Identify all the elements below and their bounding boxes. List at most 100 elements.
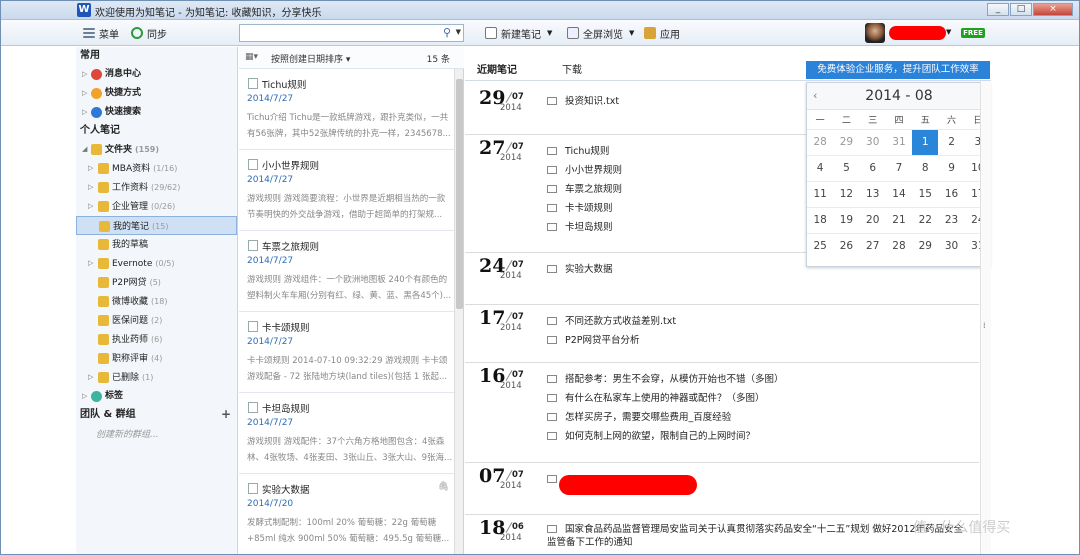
note-card[interactable]: 实验大数据 2014/7/20 发酵式制配制：100ml 20% 葡萄糖：22g 葡… [239,474,455,554]
sync-button[interactable]: 同步 [131,25,167,41]
scroll-thumb[interactable] [456,79,463,309]
note-card[interactable]: Tichu规则 2014/7/27 Tichu介绍 Tichu是一款纸牌游戏，跟扑克… [239,69,455,150]
avatar[interactable] [865,23,885,43]
calendar-day[interactable]: 13 [860,182,886,207]
add-group-icon[interactable]: + [221,405,231,423]
calendar-day[interactable]: 21 [886,208,912,233]
calendar-day[interactable]: 28 [807,130,833,155]
sidebar-folder-item[interactable]: P2P网贷 (5) [76,273,237,292]
calendar-day[interactable]: 28 [886,234,912,259]
calendar-day[interactable]: 4 [807,156,833,181]
calendar-day[interactable]: 9 [938,156,964,181]
sidebar-folder-item[interactable]: ▷ 已删除 (1) [76,368,237,387]
expand-arrow-icon[interactable]: ▷ [82,103,87,122]
calendar-day[interactable]: 31 [886,130,912,155]
expand-arrow-icon[interactable]: ▷ [82,84,87,103]
recent-note-item[interactable]: 如何克制上网的欲望，限制自己的上网时间？ [547,428,755,446]
calendar-day[interactable]: 20 [860,208,886,233]
calendar-day[interactable]: 11 [807,182,833,207]
calendar-day[interactable]: 30 [860,130,886,155]
maximize-button[interactable]: □ [1010,3,1032,16]
search-input[interactable]: ⚲ ▼ [239,24,464,42]
calendar-day[interactable]: 29 [912,234,938,259]
calendar-day[interactable]: 25 [807,234,833,259]
calendar-day[interactable]: 12 [833,182,859,207]
sidebar-folder-item[interactable]: ▷ 工作资料 (29/62) [76,178,237,197]
recent-note-item[interactable]: 卡卡颂规则 [547,200,613,218]
note-card[interactable]: 车票之旅规则 2014/7/27 游戏规则 游戏组件：一个欧洲地图板 240个有颜色… [239,231,455,312]
calendar-day[interactable]: 8 [912,156,938,181]
fullscreen-dropdown-icon[interactable]: ▼ [629,29,634,37]
note-card[interactable]: 小小世界规则 2014/7/27 游戏规则 游戏简要流程：小世界是近期相当热的一款节… [239,150,455,231]
calendar-day[interactable]: 2 [938,130,964,155]
recent-note-item[interactable]: 车票之旅规则 [547,181,622,199]
expand-arrow-icon[interactable]: ▷ [88,197,93,216]
note-card[interactable]: 卡卡颂规则 2014/7/27 卡卡颂规则 2014-07-10 09:32:29 … [239,312,455,393]
expand-arrow-icon[interactable]: ▷ [88,254,93,273]
close-button[interactable]: × [1033,3,1073,16]
tab-recent-notes[interactable]: 近期笔记 [477,61,517,76]
new-note-dropdown-icon[interactable]: ▼ [547,29,552,37]
nav-tags[interactable]: ▷ 标签 [76,387,237,406]
calendar-day[interactable]: 29 [833,130,859,155]
calendar-day[interactable]: 7 [886,156,912,181]
recent-note-item[interactable]: 小小世界规则 [547,162,622,180]
view-mode-icon[interactable]: ▦▾ [245,52,258,62]
calendar-day[interactable]: 23 [938,208,964,233]
enterprise-banner[interactable]: 免费体验企业服务，提升团队工作效率 [806,61,990,79]
calendar-day[interactable]: 30 [938,234,964,259]
sidebar-folder-item[interactable]: ▷ MBA资料 (1/16) [76,159,237,178]
recent-note-item[interactable]: 怎样买房子，需要交哪些费用_百度经验 [547,409,731,427]
fullscreen-button[interactable]: 全屏浏览 ▼ [567,25,634,41]
sidebar-folder-item[interactable]: ▷ Evernote (0/5) [76,254,237,273]
recent-scrollbar[interactable]: ⁞ [980,81,991,554]
expand-arrow-icon[interactable]: ▷ [88,178,93,197]
sort-dropdown[interactable]: 按照创建日期排序 ▾ [271,52,350,65]
minimize-button[interactable]: _ [987,3,1009,16]
nav-message-center[interactable]: ▷ 消息中心 [76,65,237,84]
recent-note-item[interactable]: 有什么在私家车上使用的神器或配件？（多图） [547,390,765,408]
calendar-day[interactable]: 19 [833,208,859,233]
recent-note-item[interactable]: Tichu规则 [547,143,609,161]
recent-note-item[interactable]: 不同还款方式收益差别.txt [547,313,676,331]
expand-arrow-icon[interactable]: ▷ [88,159,93,178]
calendar-day[interactable]: 22 [912,208,938,233]
user-dropdown-icon[interactable]: ▼ [946,28,951,36]
expand-arrow-icon[interactable]: ▷ [82,387,87,406]
new-group-link[interactable]: 创建新的群组... [96,427,159,440]
calendar-day[interactable]: 27 [860,234,886,259]
scroll-grip-icon[interactable]: ⁞ [983,321,986,330]
search-dropdown-icon[interactable]: ▼ [456,28,461,36]
sidebar-folder-item[interactable]: 我的笔记 (15) [76,216,237,235]
sidebar-folder-item[interactable]: 我的草稿 [76,235,237,254]
calendar-day[interactable]: 14 [886,182,912,207]
expand-arrow-icon[interactable]: ▷ [88,368,93,387]
sidebar-folder-item[interactable]: 微博收藏 (18) [76,292,237,311]
search-icon[interactable]: ⚲ [443,26,451,39]
calendar-day[interactable]: 16 [938,182,964,207]
sidebar-folder-item[interactable]: 医保问题 (2) [76,311,237,330]
calendar-day[interactable]: 5 [833,156,859,181]
sidebar-folder-item[interactable]: ▷ 企业管理 (0/26) [76,197,237,216]
recent-note-item[interactable]: 卡坦岛规则 [547,219,613,237]
nav-quick-search[interactable]: ▷ 快速搜索 [76,103,237,122]
note-card[interactable]: 卡坦岛规则 2014/7/27 游戏规则 游戏配件：37个六角方格地图包含：4张森林… [239,393,455,474]
recent-note-item[interactable]: 搭配参考：男生不会穿，从模仿开始也不错（多图） [547,371,784,389]
tab-download[interactable]: 下载 [562,61,582,76]
calendar-day[interactable]: 6 [860,156,886,181]
recent-note-item[interactable]: 投资知识.txt [547,93,619,111]
menu-button[interactable]: 菜单 [83,25,119,41]
nav-folders-root[interactable]: ◢ 文件夹 (159) [76,140,237,159]
sidebar-folder-item[interactable]: 执业药师 (6) [76,330,237,349]
nav-shortcuts[interactable]: ▷ 快捷方式 [76,84,237,103]
note-list-scrollbar[interactable] [454,69,463,554]
calendar-day[interactable]: 15 [912,182,938,207]
collapse-arrow-icon[interactable]: ◢ [82,140,87,159]
calendar-day[interactable]: 1 [912,130,939,155]
apps-button[interactable]: 应用 [644,25,680,41]
new-note-button[interactable]: 新建笔记 ▼ [485,25,552,41]
recent-note-item[interactable]: P2P网贷平台分析 [547,332,640,350]
recent-note-item[interactable]: 国家食品药品监督管理局安监司关于认真贯彻落实药品安全“十二五”规划 做好2012… [547,523,967,548]
recent-note-item[interactable]: 实验大数据 [547,261,613,279]
new-group-row[interactable]: 创建新的群组... [76,424,237,442]
